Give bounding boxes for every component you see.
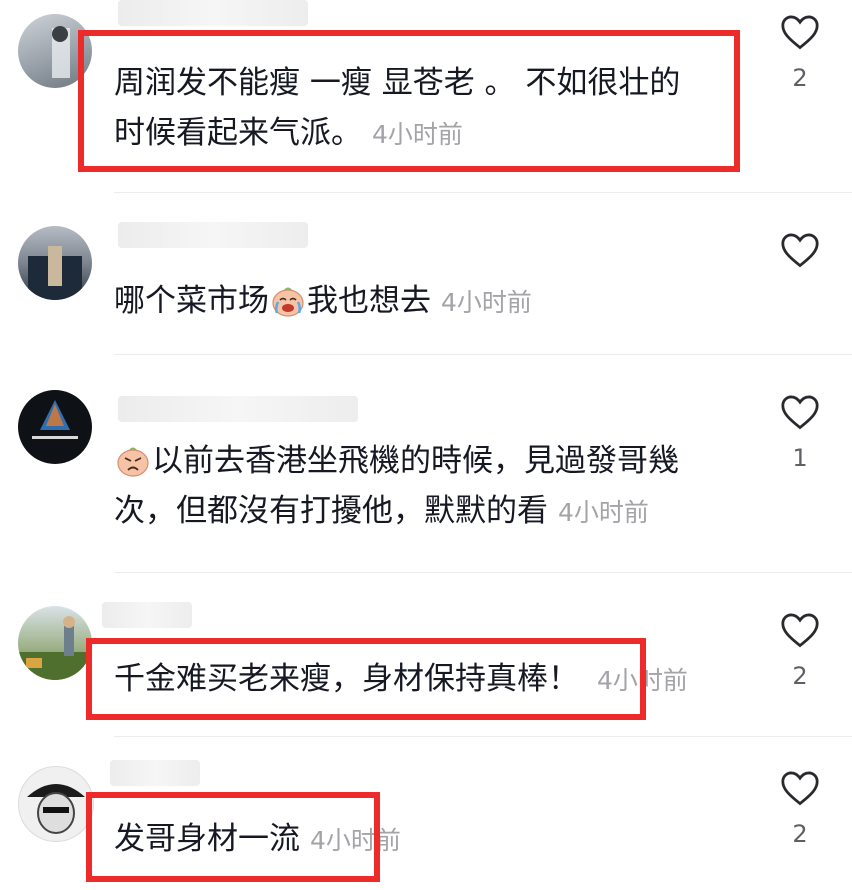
like-button[interactable]: 2 xyxy=(778,612,822,690)
avatar[interactable] xyxy=(18,390,92,464)
comment-text-part: 我也想去 xyxy=(307,283,431,319)
comment-4: 千金难买老来瘦，身材保持真棒！ 4小时前 2 xyxy=(0,580,852,730)
comment-time: 4小时前 xyxy=(441,288,532,317)
like-count: 2 xyxy=(792,820,808,848)
comment-line: 次，但都沒有打擾他，默默的看 xyxy=(114,493,548,529)
comment-time: 4小时前 xyxy=(372,120,463,149)
comment-text-part: 发哥身材一流 xyxy=(114,821,300,857)
comment-text: 哪个菜市场 我也想去 4小时前 xyxy=(114,276,532,328)
like-button[interactable] xyxy=(778,232,822,282)
comment-line: 以前去香港坐飛機的時候，見過發哥幾 xyxy=(152,443,679,479)
comment-text-part: 哪个菜市场 xyxy=(114,283,269,319)
crying-laughing-peach-emoji xyxy=(272,287,304,317)
heart-outline-icon xyxy=(781,233,819,268)
comment-text: 发哥身材一流 4小时前 xyxy=(114,814,401,866)
comment-1: 周润发不能瘦 一瘦 显苍老 。 不如很壮的 时候看起来气派。 4小时前 2 xyxy=(0,0,852,190)
divider xyxy=(114,354,852,355)
like-count: 2 xyxy=(792,662,808,690)
username-blurred[interactable] xyxy=(118,396,358,422)
comment-text: 千金难买老来瘦，身材保持真棒！ 4小时前 xyxy=(114,654,688,706)
like-button[interactable]: 2 xyxy=(778,14,822,92)
avatar[interactable] xyxy=(18,606,92,680)
comment-3: 以前去香港坐飛機的時候，見過發哥幾 次，但都沒有打擾他，默默的看 4小时前 1 xyxy=(0,360,852,560)
divider xyxy=(114,572,852,573)
like-count: 2 xyxy=(792,64,808,92)
heart-outline-icon xyxy=(781,771,819,806)
username-blurred[interactable] xyxy=(102,602,192,628)
comment-text: 以前去香港坐飛機的時候，見過發哥幾 次，但都沒有打擾他，默默的看 4小时前 xyxy=(114,436,679,538)
avatar[interactable] xyxy=(18,766,94,842)
like-button[interactable]: 2 xyxy=(778,770,822,848)
comment-time: 4小时前 xyxy=(310,826,401,855)
heart-outline-icon xyxy=(781,613,819,648)
comment-5: 发哥身材一流 4小时前 2 xyxy=(0,742,852,890)
comment-time: 4小时前 xyxy=(597,666,688,695)
comment-time: 4小时前 xyxy=(558,498,649,527)
pouting-peach-emoji xyxy=(117,447,149,477)
comment-2: 哪个菜市场 我也想去 4小时前 xyxy=(0,200,852,350)
divider xyxy=(114,192,852,193)
avatar[interactable] xyxy=(18,226,92,300)
username-blurred[interactable] xyxy=(118,222,308,248)
username-blurred[interactable] xyxy=(118,0,308,26)
comment-text: 周润发不能瘦 一瘦 显苍老 。 不如很壮的 时候看起来气派。 4小时前 xyxy=(114,58,680,160)
comment-text-part: 千金难买老来瘦，身材保持真棒！ xyxy=(114,661,579,697)
comment-line: 周润发不能瘦 一瘦 显苍老 。 不如很壮的 xyxy=(114,65,681,101)
like-count: 1 xyxy=(792,444,808,472)
divider xyxy=(114,736,852,737)
comment-line: 时候看起来气派。 xyxy=(114,115,362,151)
heart-outline-icon xyxy=(781,15,819,50)
heart-outline-icon xyxy=(781,395,819,430)
like-button[interactable]: 1 xyxy=(778,394,822,472)
username-blurred[interactable] xyxy=(110,760,200,786)
avatar[interactable] xyxy=(18,14,92,88)
